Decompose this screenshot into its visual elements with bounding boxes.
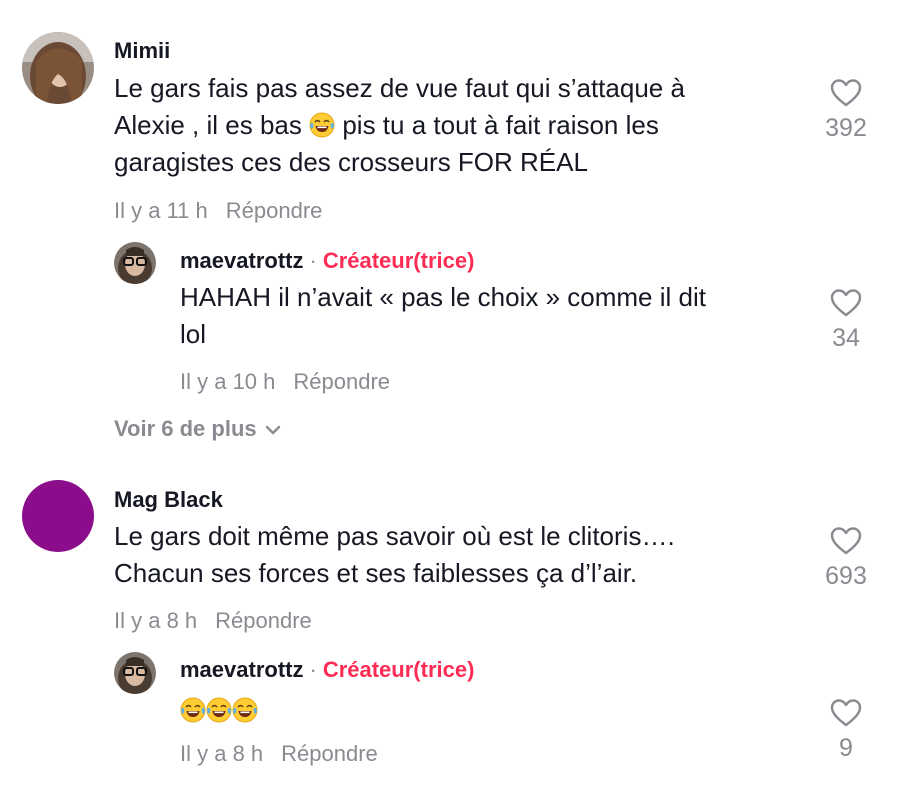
- comment-username[interactable]: Mimii: [114, 38, 170, 64]
- like-count: 693: [825, 562, 867, 590]
- reply-username[interactable]: maevatrottz: [180, 657, 303, 682]
- reply-text: HAHAH il n’avait « pas le choix » comme …: [180, 282, 706, 349]
- heart-outline-icon: [830, 288, 862, 318]
- like-button[interactable]: 9: [806, 698, 886, 763]
- comment-username[interactable]: Mag Black: [114, 487, 223, 513]
- reply-meta: Il y a 8 h Répondre: [180, 741, 378, 767]
- face-with-tears-of-joy-emoji: [180, 697, 206, 723]
- reply-meta: Il y a 10 h Répondre: [180, 369, 390, 395]
- reply-button[interactable]: Répondre: [281, 741, 378, 766]
- reply-button[interactable]: Répondre: [226, 198, 323, 223]
- reply-timestamp: Il y a 10 h: [180, 369, 276, 394]
- heart-outline-icon: [830, 698, 862, 728]
- like-button[interactable]: 34: [806, 288, 886, 353]
- like-count: 392: [825, 114, 867, 142]
- heart-outline-icon: [830, 526, 862, 556]
- comment-text: Le gars fais pas assez de vue faut qui s…: [114, 73, 685, 177]
- avatar[interactable]: [22, 480, 94, 552]
- like-button[interactable]: 392: [806, 78, 886, 143]
- reply-button[interactable]: Répondre: [215, 608, 312, 633]
- creator-badge: Créateur(trice): [322, 248, 475, 273]
- comment-text: Le gars doit même pas savoir où est le c…: [114, 521, 675, 588]
- comment-timestamp: Il y a 8 h: [114, 608, 198, 633]
- like-button[interactable]: 693: [806, 526, 886, 591]
- face-with-tears-of-joy-emoji: [206, 697, 232, 723]
- chevron-down-icon: [265, 425, 280, 435]
- face-with-tears-of-joy-emoji: [232, 697, 258, 723]
- heart-outline-icon: [830, 78, 862, 108]
- like-count: 34: [832, 324, 860, 352]
- reply-button[interactable]: Répondre: [293, 369, 390, 394]
- reply-text: [180, 692, 258, 729]
- comment-timestamp: Il y a 11 h: [114, 198, 208, 223]
- avatar[interactable]: [22, 32, 94, 104]
- reply-timestamp: Il y a 8 h: [180, 741, 264, 766]
- like-count: 9: [839, 734, 853, 762]
- avatar[interactable]: [114, 242, 156, 284]
- view-more-replies-button[interactable]: Voir 6 de plus: [114, 416, 281, 442]
- reply-username-row: maevatrottz · Créateur(trice): [180, 657, 475, 682]
- comment-meta: Il y a 8 h Répondre: [114, 608, 312, 634]
- creator-badge: Créateur(trice): [322, 657, 475, 682]
- face-with-tears-of-joy-emoji: [309, 112, 335, 138]
- reply-username[interactable]: maevatrottz: [180, 248, 303, 273]
- reply-username-row: maevatrottz · Créateur(trice): [180, 248, 475, 273]
- avatar[interactable]: [114, 652, 156, 694]
- comment-meta: Il y a 11 h Répondre: [114, 198, 322, 224]
